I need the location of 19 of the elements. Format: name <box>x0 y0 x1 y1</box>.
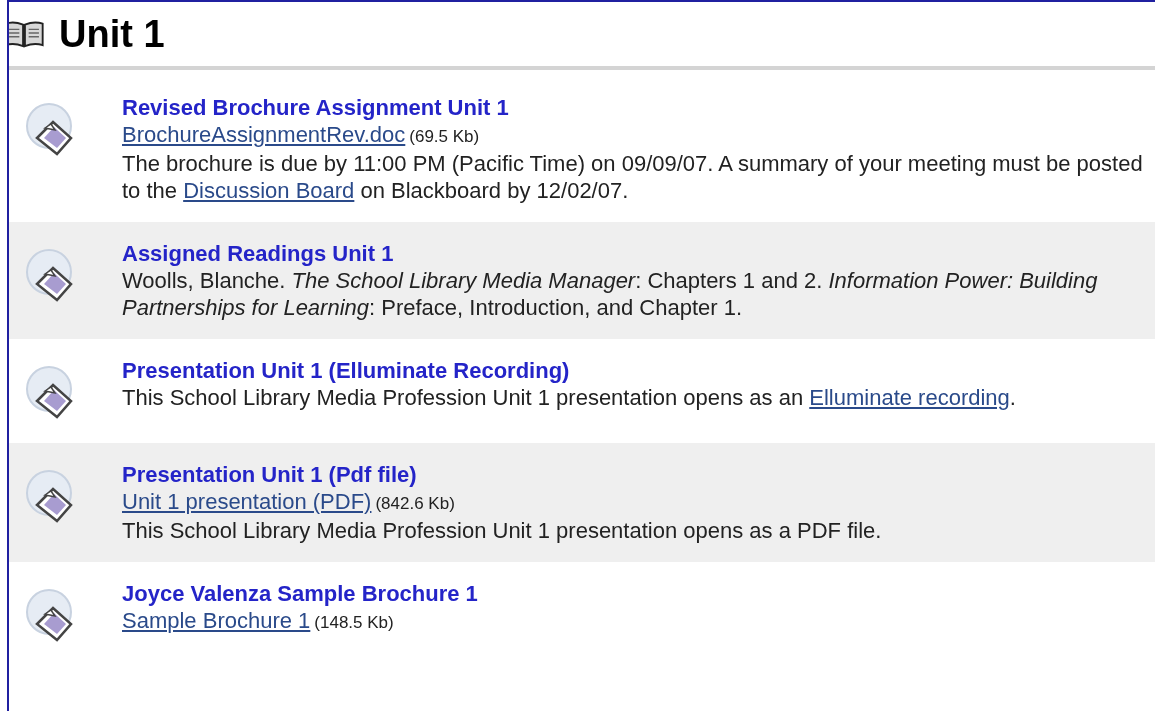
file-link[interactable]: Sample Brochure 1 <box>122 608 311 633</box>
file-size: (69.5 Kb) <box>409 127 480 146</box>
book-icon <box>9 20 45 48</box>
item-description: This School Library Media Profession Unit 1 presentation opens as a PDF file. <box>122 517 883 544</box>
file-link[interactable]: BrochureAssignmentRev.doc <box>122 122 406 147</box>
item-title-link[interactable]: Joyce Valenza Sample Brochure 1 <box>122 580 1155 607</box>
inline-link[interactable]: Discussion Board <box>183 178 355 203</box>
file-size: (148.5 Kb) <box>314 613 394 632</box>
item-description: This School Library Media Profession Unit 1 presentation opens as an Elluminate recording. <box>122 384 1017 411</box>
inline-link[interactable]: Elluminate recording <box>809 385 1010 410</box>
item-title-link[interactable]: Presentation Unit 1 (Elluminate Recording) <box>122 357 1155 384</box>
item-title-link[interactable]: Presentation Unit 1 (Pdf file) <box>122 461 1155 488</box>
file-size: (842.6 Kb) <box>375 494 455 513</box>
item-description: Woolls, Blanche. The School Library Media Manager: Chapters 1 and 2. Information Power: Building Partnerships for Learning: Preface, Introduction, and Chapter 1. <box>122 267 1099 321</box>
item-title-link[interactable]: Revised Brochure Assignment Unit 1 <box>122 94 1155 121</box>
item-title-link[interactable]: Assigned Readings Unit 1 <box>122 240 1155 267</box>
unit-heading: Unit 1 <box>59 12 165 56</box>
item-description: The brochure is due by 11:00 PM (Pacific Time) on 09/09/07. A summary of your meeting must be posted to the Discussion Board on Blackboard by 12/02/07. <box>122 150 1144 204</box>
file-link[interactable]: Unit 1 presentation (PDF) <box>122 489 372 514</box>
